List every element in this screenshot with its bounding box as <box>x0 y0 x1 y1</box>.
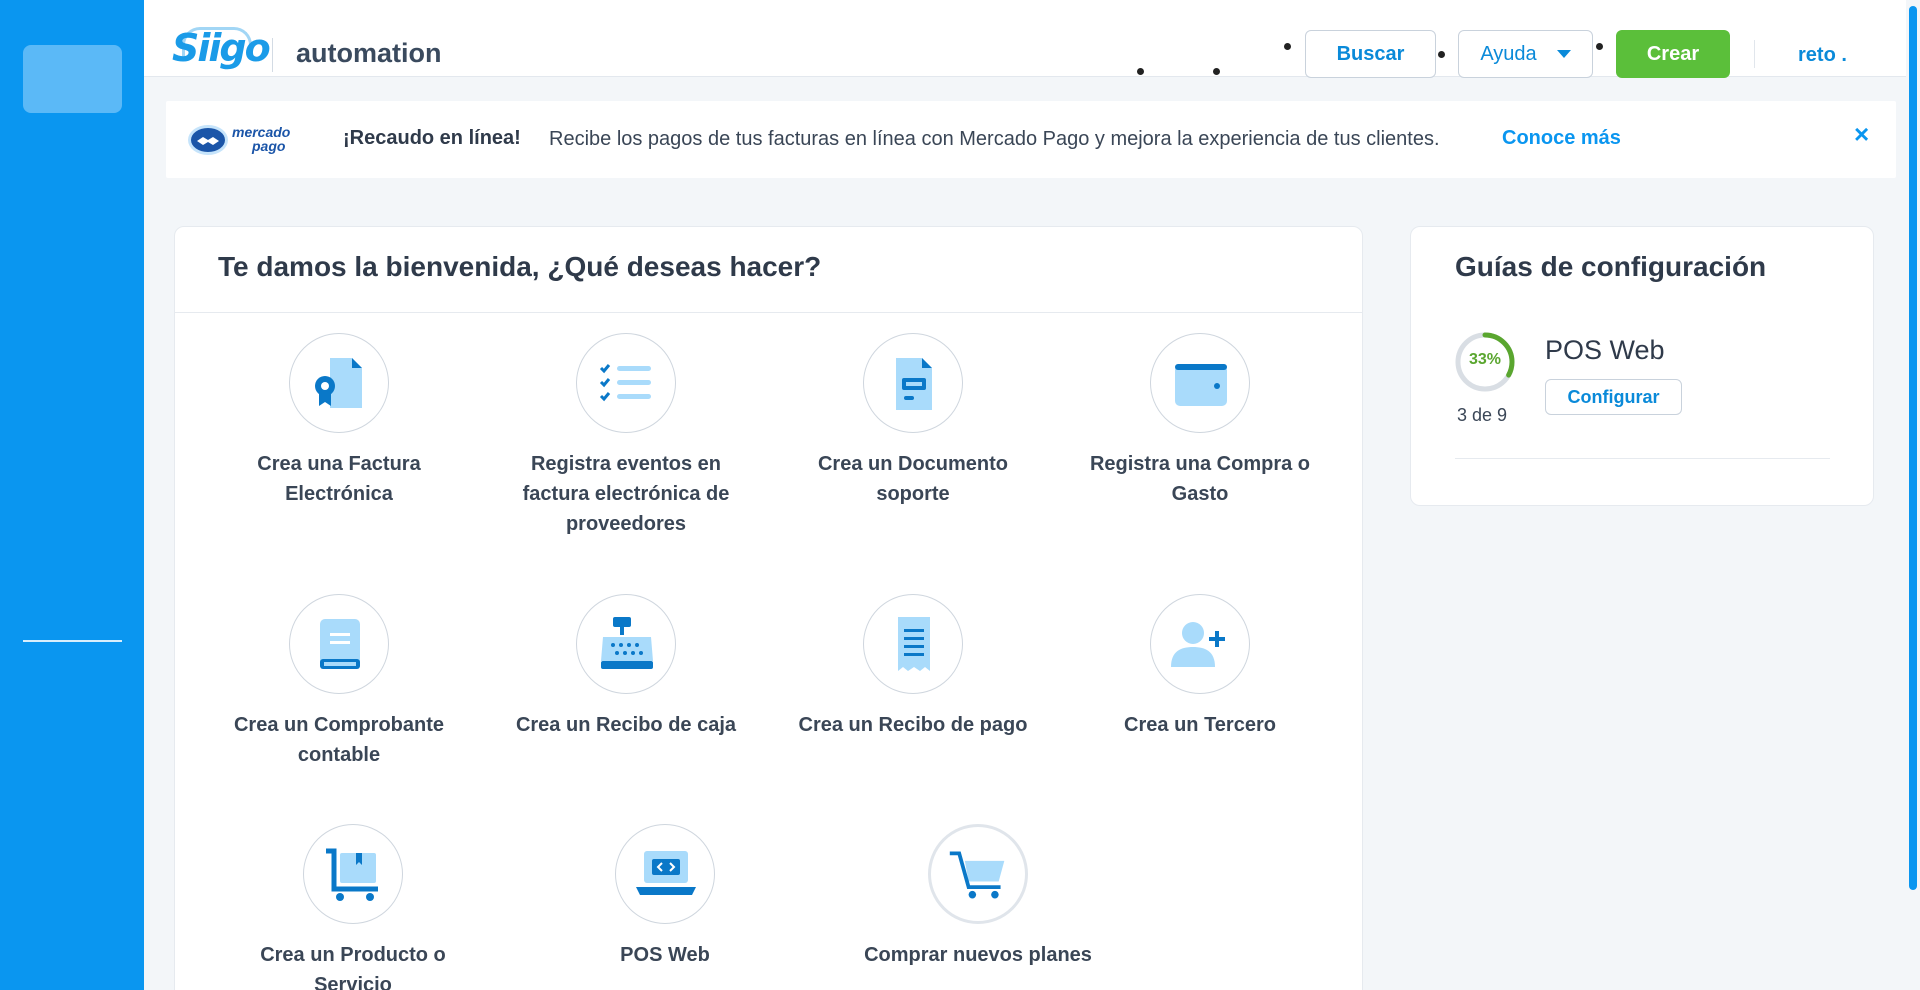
action-label: Crea un Recibo de caja <box>515 714 737 736</box>
close-icon[interactable]: × <box>1854 119 1869 150</box>
card-divider <box>1455 458 1830 459</box>
mercado-pago-logo-text: pago <box>252 138 286 154</box>
help-dropdown[interactable]: Ayuda <box>1458 30 1593 78</box>
header-divider <box>1754 40 1755 68</box>
action-label: Crea un Recibo de pago <box>798 714 1028 736</box>
learn-more-link[interactable]: Conoce más <box>1502 127 1621 150</box>
progress-percent: 33% <box>1468 351 1502 368</box>
scrollbar-thumb[interactable] <box>1909 6 1917 890</box>
action-register-purchase[interactable]: Registra una Compra o Gasto <box>1080 333 1320 509</box>
cash-register-icon <box>576 594 676 694</box>
action-label: Crea un Producto o Servicio <box>260 944 446 990</box>
search-button-label: Buscar <box>1336 42 1405 65</box>
action-support-document[interactable]: Crea un Documento soporte <box>793 333 1033 509</box>
action-buy-plans[interactable]: Comprar nuevos planes <box>858 824 1098 970</box>
mercado-pago-logo-text: mercado <box>232 124 291 140</box>
action-label: Registra eventos en factura electrónica … <box>522 453 730 535</box>
ledger-icon <box>289 594 389 694</box>
welcome-card: Te damos la bienvenida, ¿Qué deseas hace… <box>174 226 1363 990</box>
loading-dot <box>1596 43 1603 50</box>
banner-title: ¡Recaudo en línea! <box>343 127 521 149</box>
header-divider <box>272 38 273 72</box>
card-divider <box>175 312 1362 313</box>
progress-count: 3 de 9 <box>1457 405 1508 425</box>
brand-logo[interactable]: Siigo <box>172 26 271 70</box>
action-pos-web[interactable]: POS Web <box>545 824 785 970</box>
banner-text: Recibe los pagos de tus facturas en líne… <box>549 128 1440 150</box>
action-label: Registra una Compra o Gasto <box>1089 453 1311 505</box>
configure-button[interactable]: Configurar <box>1545 379 1682 415</box>
loading-dot <box>1438 51 1445 58</box>
mercado-pago-logo: mercado pago <box>188 123 298 159</box>
guide-name: POS Web <box>1545 335 1665 365</box>
receipt-icon <box>863 594 963 694</box>
wallet-icon <box>1150 333 1250 433</box>
cart-box-icon <box>303 824 403 924</box>
sidebar-divider <box>23 640 122 642</box>
action-create-invoice[interactable]: Crea una Factura Electrónica <box>219 333 459 509</box>
action-label: POS Web <box>620 944 710 966</box>
handshake-icon <box>188 125 228 155</box>
action-label: Crea un Comprobante contable <box>233 714 445 766</box>
top-header: Siigo automation Buscar Ayuda Crear reto… <box>144 0 1906 78</box>
action-payment-receipt[interactable]: Crea un Recibo de pago <box>793 594 1033 740</box>
code-laptop-icon <box>615 824 715 924</box>
welcome-title: Te damos la bienvenida, ¿Qué deseas hace… <box>218 251 822 282</box>
page-scrollbar[interactable] <box>1906 0 1920 990</box>
config-guides-card: Guías de configuración 33% 3 de 9 POS We… <box>1410 226 1874 506</box>
action-label: Crea un Documento soporte <box>817 453 1009 505</box>
sidebar <box>0 0 144 990</box>
loading-dot <box>1284 43 1291 50</box>
configure-button-label: Configurar <box>1567 386 1660 407</box>
action-label: Crea una Factura Electrónica <box>257 453 421 505</box>
action-cash-receipt[interactable]: Crea un Recibo de caja <box>506 594 746 740</box>
add-user-icon <box>1150 594 1250 694</box>
shopping-cart-icon <box>928 824 1028 924</box>
loading-dot <box>1137 68 1144 75</box>
action-label: Comprar nuevos planes <box>864 944 1092 966</box>
guides-title: Guías de configuración <box>1455 251 1767 282</box>
sidebar-logo-placeholder[interactable] <box>23 45 122 113</box>
invoice-icon <box>289 333 389 433</box>
loading-dot <box>1213 68 1220 75</box>
document-icon <box>863 333 963 433</box>
action-label: Crea un Tercero <box>1124 714 1276 736</box>
create-button-label: Crear <box>1646 42 1700 65</box>
checklist-icon <box>576 333 676 433</box>
help-dropdown-label: Ayuda <box>1480 42 1537 65</box>
action-register-events[interactable]: Registra eventos en factura electrónica … <box>506 333 746 539</box>
user-menu[interactable]: reto . <box>1798 44 1847 67</box>
create-button[interactable]: Crear <box>1616 30 1730 78</box>
action-create-product[interactable]: Crea un Producto o Servicio <box>233 824 473 990</box>
chevron-down-icon <box>1556 50 1571 58</box>
search-button[interactable]: Buscar <box>1305 30 1436 78</box>
action-accounting-voucher[interactable]: Crea un Comprobante contable <box>219 594 459 770</box>
action-create-third-party[interactable]: Crea un Tercero <box>1080 594 1320 740</box>
mercado-pago-banner: mercado pago ¡Recaudo en línea! Recibe l… <box>166 101 1896 178</box>
company-name: automation <box>296 38 442 68</box>
